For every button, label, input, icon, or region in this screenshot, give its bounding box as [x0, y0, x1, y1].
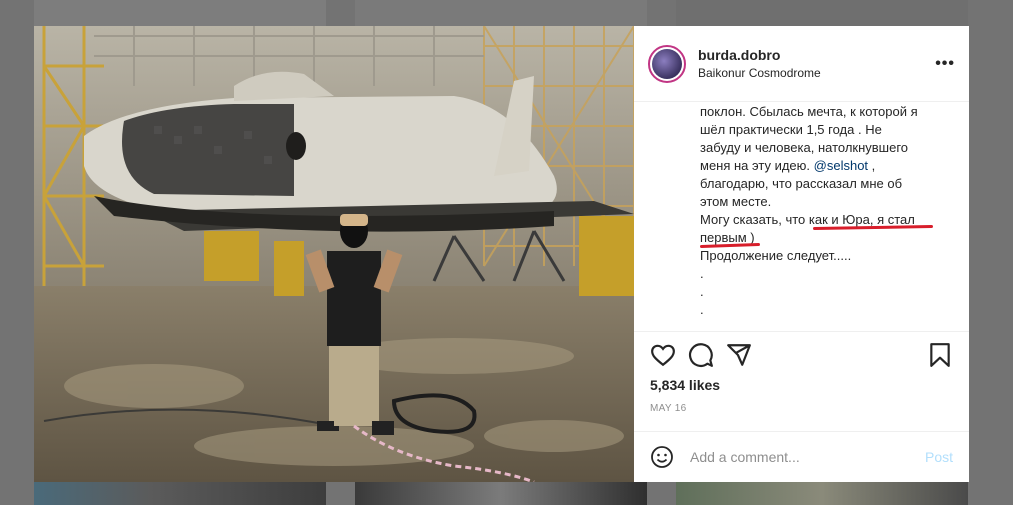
caption-area: поклон. Сбылась мечта, к которой я шёл п…	[634, 103, 969, 332]
caption-line: этом месте.	[700, 194, 772, 209]
grid-thumbnail[interactable]	[34, 482, 326, 505]
more-options-icon[interactable]: •••	[935, 55, 955, 73]
caption-fragment: меня на эту идею.	[700, 158, 811, 173]
heart-icon[interactable]	[650, 342, 676, 368]
grid-thumbnail[interactable]	[34, 0, 326, 26]
action-bar	[650, 342, 953, 368]
caption-fragment: ,	[868, 158, 876, 173]
bookmark-icon[interactable]	[927, 342, 953, 368]
caption-line: .	[700, 284, 704, 299]
post-panel: burda.dobro Baikonur Cosmodrome ••• покл…	[634, 26, 969, 482]
username-link[interactable]: burda.dobro	[698, 47, 935, 63]
hangar-photo	[34, 26, 634, 482]
grid-thumbnail[interactable]	[676, 482, 968, 505]
caption-line: поклон. Сбылась мечта, к которой я	[700, 104, 918, 119]
post-header: burda.dobro Baikonur Cosmodrome •••	[634, 26, 969, 102]
grid-thumbnail[interactable]	[676, 0, 968, 26]
post-photo[interactable]	[34, 26, 634, 482]
caption-line: меня на эту идею. @selshot ,	[700, 157, 950, 175]
emoji-icon[interactable]	[650, 445, 674, 469]
caption-line: шёл практически 1,5 года . Не	[700, 122, 882, 137]
avatar-image	[652, 48, 682, 79]
post-date[interactable]: MAY 16	[650, 403, 686, 414]
grid-thumbnail[interactable]	[355, 482, 647, 505]
likes-count[interactable]: 5,834 likes	[650, 377, 720, 393]
mention-link[interactable]: @selshot	[814, 158, 868, 173]
caption-line: благодарю, что рассказал мне об	[700, 176, 903, 191]
share-icon[interactable]	[726, 342, 752, 368]
comment-icon[interactable]	[688, 342, 714, 368]
comment-input[interactable]	[688, 448, 925, 466]
avatar[interactable]	[648, 44, 686, 83]
comment-bar: Post	[634, 431, 969, 482]
post-modal: burda.dobro Baikonur Cosmodrome ••• покл…	[34, 26, 969, 482]
grid-thumbnail[interactable]	[355, 0, 647, 26]
caption-line: .	[700, 266, 704, 281]
caption-text: поклон. Сбылась мечта, к которой я шёл п…	[699, 103, 950, 319]
caption-line: .	[700, 302, 704, 317]
location-link[interactable]: Baikonur Cosmodrome	[698, 66, 935, 80]
caption-line: Продолжение следует.....	[700, 248, 852, 263]
post-button[interactable]: Post	[925, 449, 953, 465]
caption-line: забуду и человека, натолкнувшего	[700, 140, 909, 155]
